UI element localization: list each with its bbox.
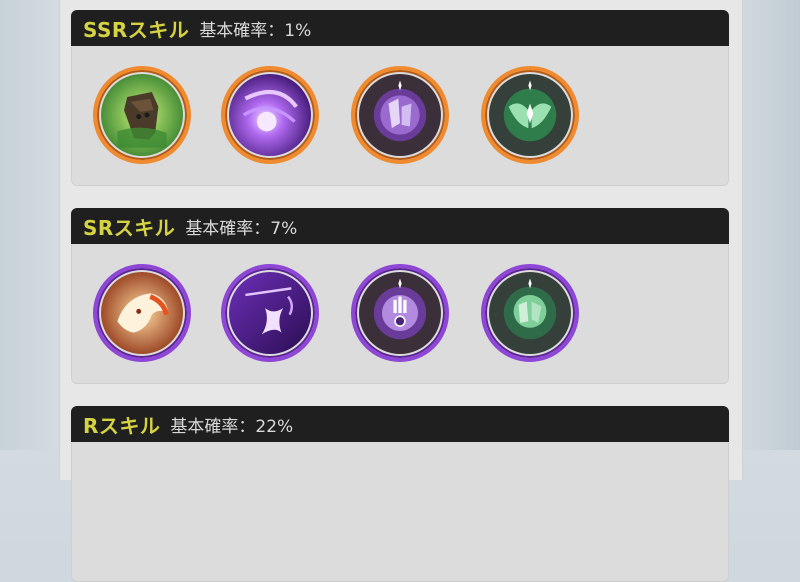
rarity-label: Rスキル	[83, 413, 161, 438]
rate-label: 基本確率：7%	[185, 218, 298, 239]
skill-row	[71, 46, 729, 186]
green-tree-stump-icon[interactable]	[93, 66, 191, 164]
purple-diamond-sigil-icon[interactable]	[221, 264, 319, 362]
background-left	[0, 0, 60, 450]
green-cracked-stone-icon[interactable]	[481, 264, 579, 362]
rarity-label: SRスキル	[83, 215, 176, 240]
purple-crystal-shards-icon[interactable]	[351, 66, 449, 164]
section-header: Rスキル 基本確率：22%	[71, 406, 729, 442]
skill-row	[71, 442, 729, 582]
section-header: SSRスキル 基本確率：1%	[71, 10, 729, 46]
rate-label: 基本確率：1%	[199, 20, 312, 41]
r-skill-section: Rスキル 基本確率：22%	[71, 406, 729, 582]
section-header: SRスキル 基本確率：7%	[71, 208, 729, 244]
fire-lion-icon[interactable]	[93, 264, 191, 362]
green-winged-emblem-icon[interactable]	[481, 66, 579, 164]
background-right	[740, 0, 800, 450]
ssr-skill-section: SSRスキル 基本確率：1%	[71, 10, 729, 186]
skill-row	[71, 244, 729, 384]
rate-label: 基本確率：22%	[170, 416, 294, 437]
purple-ornate-emblem-icon[interactable]	[351, 264, 449, 362]
purple-vortex-icon[interactable]	[221, 66, 319, 164]
sr-skill-section: SRスキル 基本確率：7%	[71, 208, 729, 384]
rarity-label: SSRスキル	[83, 17, 190, 42]
